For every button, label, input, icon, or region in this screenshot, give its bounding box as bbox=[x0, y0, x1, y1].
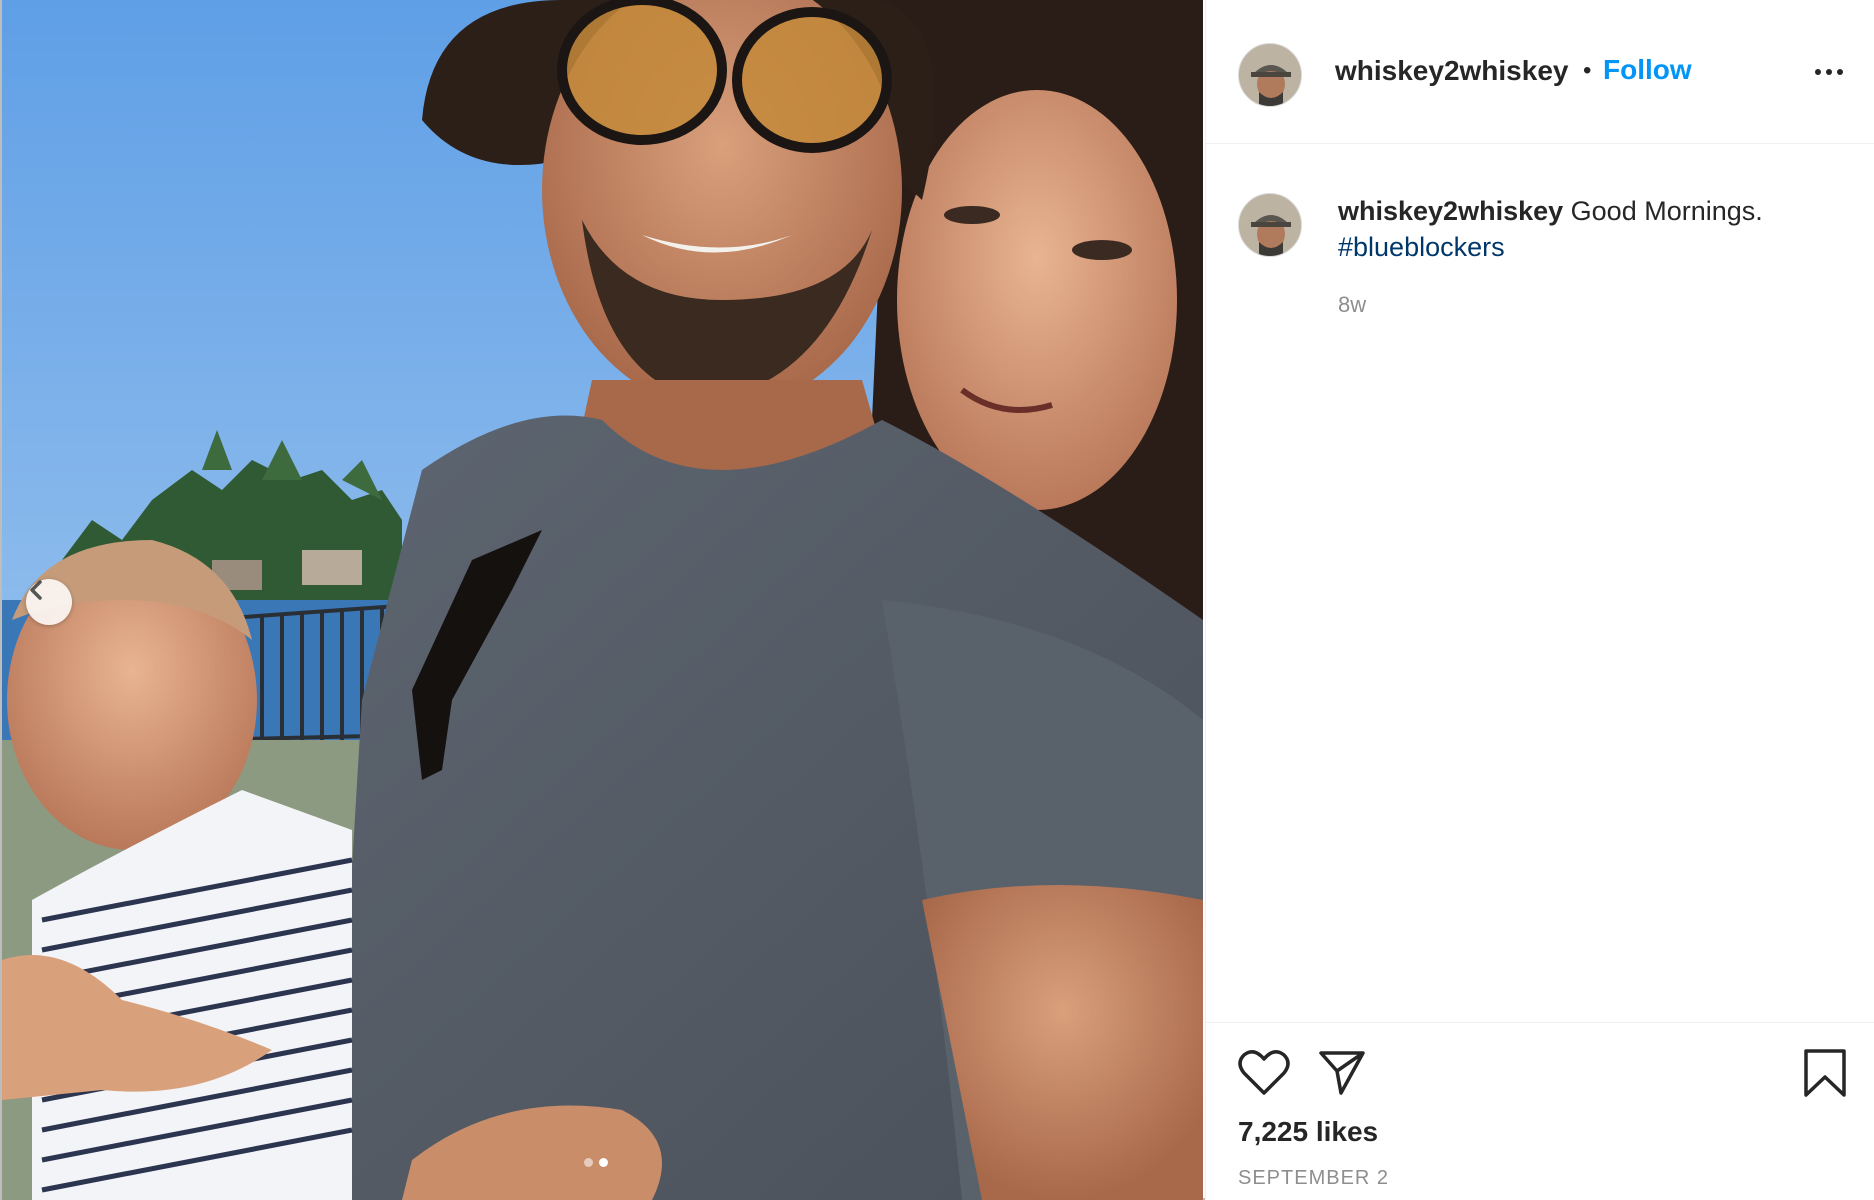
heart-icon bbox=[1238, 1050, 1290, 1095]
carousel-prev-button[interactable] bbox=[26, 579, 72, 625]
send-icon bbox=[1319, 1051, 1365, 1095]
follow-button[interactable]: Follow bbox=[1603, 54, 1692, 86]
post-date[interactable]: September 2 bbox=[1238, 1167, 1389, 1190]
post-container: whiskey2whiskey • Follow whiskey2whiskey… bbox=[0, 0, 1874, 1200]
share-button[interactable] bbox=[1317, 1047, 1367, 1102]
carousel-dots bbox=[584, 1158, 608, 1167]
caption-hashtag[interactable]: #blueblockers bbox=[1338, 232, 1505, 262]
more-dot bbox=[1815, 69, 1821, 75]
more-dot bbox=[1826, 69, 1832, 75]
caption-avatar[interactable] bbox=[1238, 193, 1302, 257]
avatar-image bbox=[1239, 44, 1301, 106]
post-photo[interactable] bbox=[2, 0, 1203, 1200]
likes-count[interactable]: 7,225 likes bbox=[1238, 1116, 1378, 1148]
carousel-dot bbox=[584, 1158, 593, 1167]
header-username[interactable]: whiskey2whiskey bbox=[1335, 55, 1568, 87]
more-options-icon[interactable] bbox=[1809, 60, 1849, 84]
post-header: whiskey2whiskey • Follow bbox=[1206, 0, 1874, 144]
header-separator: • bbox=[1583, 57, 1592, 84]
chevron-left-icon bbox=[30, 580, 42, 600]
caption-username[interactable]: whiskey2whiskey bbox=[1338, 196, 1563, 226]
save-button[interactable] bbox=[1802, 1047, 1848, 1104]
like-button[interactable] bbox=[1238, 1047, 1290, 1102]
photo-illustration bbox=[2, 0, 1203, 1200]
carousel-dot-active bbox=[599, 1158, 608, 1167]
caption-text: whiskey2whiskey Good Mornings. #bluebloc… bbox=[1338, 193, 1848, 265]
avatar[interactable] bbox=[1238, 43, 1302, 107]
caption-time[interactable]: 8w bbox=[1338, 292, 1366, 318]
caption-body: Good Mornings. bbox=[1570, 196, 1763, 226]
post-side-panel: whiskey2whiskey • Follow whiskey2whiskey… bbox=[1205, 0, 1874, 1200]
avatar-image bbox=[1239, 194, 1301, 256]
bookmark-icon bbox=[1804, 1049, 1846, 1097]
post-footer: 7,225 likes September 2 bbox=[1206, 1022, 1874, 1200]
more-dot bbox=[1837, 69, 1843, 75]
